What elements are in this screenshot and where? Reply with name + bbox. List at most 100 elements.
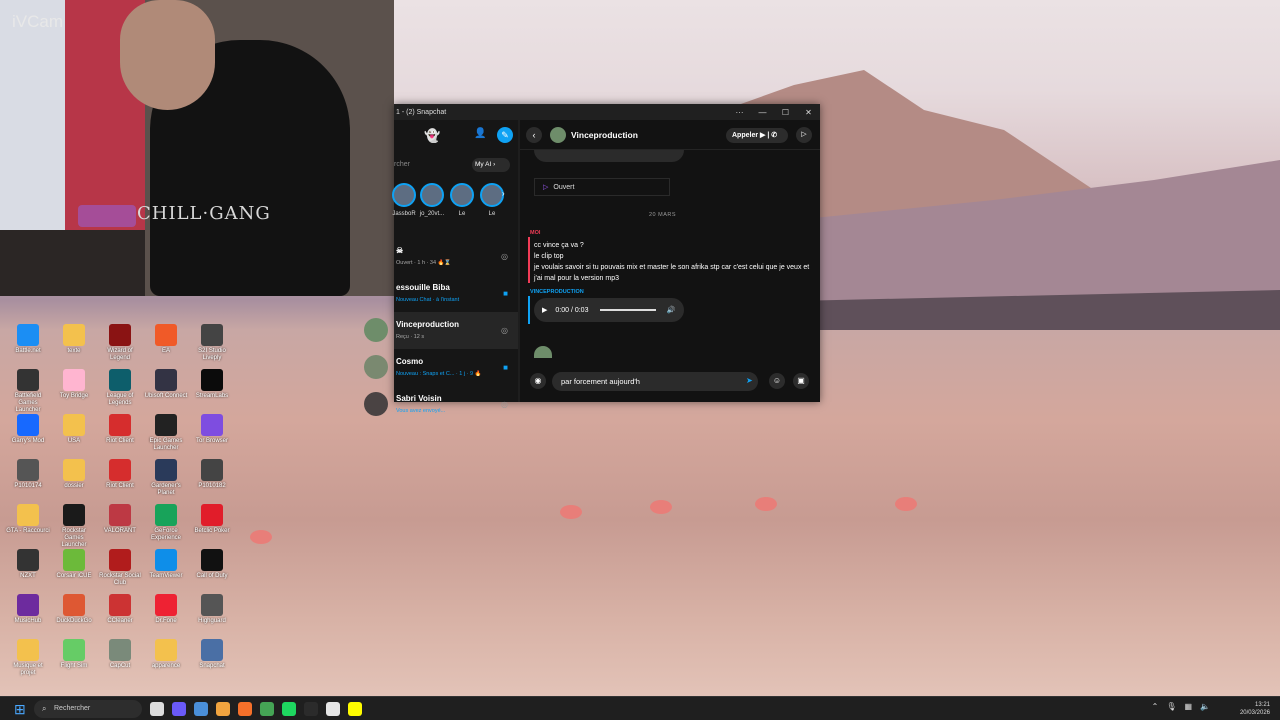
ghost-icon[interactable]: 👻: [424, 128, 440, 144]
desktop-icon[interactable]: Gardener's Planet: [144, 459, 188, 497]
stories-next-icon[interactable]: ›: [502, 189, 505, 198]
desktop-icon[interactable]: Toy Bridge: [52, 369, 96, 400]
desktop-icon[interactable]: Betclic Poker: [190, 504, 234, 535]
desktop-icon[interactable]: Dr.Fone: [144, 594, 188, 625]
spotify-icon[interactable]: [282, 702, 296, 716]
message-input[interactable]: par forcement aujourd'h: [552, 372, 758, 391]
task-view-icon[interactable]: [150, 702, 164, 716]
desktop-icon[interactable]: Rockstar Social Club: [98, 549, 142, 587]
desktop-icon[interactable]: Musique et projet: [6, 639, 50, 677]
desktop-icon[interactable]: Corsair iCUE: [52, 549, 96, 580]
desktop-icon[interactable]: Flight Sim: [52, 639, 96, 670]
desktop-icon[interactable]: Snapchat: [190, 639, 234, 670]
camera-icon[interactable]: ◎: [501, 326, 508, 335]
camera-icon[interactable]: ◎: [501, 252, 508, 261]
desktop-icon[interactable]: VALORANT: [98, 504, 142, 535]
audio-play-icon[interactable]: ▶: [542, 306, 547, 314]
audio-message-partial[interactable]: [534, 150, 684, 162]
desktop-icon[interactable]: Wizard of Legend: [98, 324, 142, 362]
desktop-icon[interactable]: texte: [52, 324, 96, 355]
desktop-icon[interactable]: Tor Browser: [190, 414, 234, 445]
desktop-icon[interactable]: StreamLabs: [190, 369, 234, 400]
firefox-icon[interactable]: [238, 702, 252, 716]
camera-icon[interactable]: ◎: [501, 400, 508, 409]
desktop-icon[interactable]: P1010174: [6, 459, 50, 490]
volume-icon[interactable]: 🔊: [666, 306, 675, 314]
contact-name[interactable]: Vinceproduction: [571, 130, 638, 140]
desktop-icon[interactable]: Riot Client: [98, 459, 142, 490]
unread-snap-icon[interactable]: ■: [503, 363, 508, 372]
my-ai-button[interactable]: My AI ›: [472, 158, 510, 172]
sticker-icon[interactable]: ▣: [793, 373, 809, 389]
chrome-icon[interactable]: [260, 702, 274, 716]
desktop-icon[interactable]: Epic Games Launcher: [144, 414, 188, 452]
desktop-icon[interactable]: P1010182: [190, 459, 234, 490]
story-avatar[interactable]: [450, 183, 474, 207]
microphone-icon[interactable]: 🎙: [1166, 702, 1176, 711]
taskbar-search[interactable]: ⌕ Rechercher: [34, 700, 142, 718]
opened-snap[interactable]: ▷ Ouvert: [534, 178, 670, 196]
camera-button[interactable]: ◉: [530, 373, 546, 389]
file-explorer-icon[interactable]: [216, 702, 230, 716]
maximize-button[interactable]: ☐: [774, 108, 797, 117]
desktop-icon[interactable]: CCleaner: [98, 594, 142, 625]
story-avatar[interactable]: [420, 183, 444, 207]
desktop-icon[interactable]: Highguard: [190, 594, 234, 625]
desktop-icon[interactable]: Garry's Mod: [6, 414, 50, 445]
app-icon[interactable]: [304, 702, 318, 716]
settings-icon[interactable]: [194, 702, 208, 716]
desktop-icon[interactable]: League of Legends: [98, 369, 142, 407]
audio-track[interactable]: [600, 309, 657, 311]
chat-row[interactable]: ☠ Ouvert · 1 h · 34 🔥⌛ ◎: [394, 238, 518, 275]
desktop-icon[interactable]: NZXT: [6, 549, 50, 580]
speaker-icon[interactable]: 🔈: [1200, 702, 1210, 711]
story-avatar[interactable]: [392, 183, 416, 207]
app-icon: [63, 324, 85, 346]
desktop-icon[interactable]: USA: [52, 414, 96, 445]
story-avatar[interactable]: [480, 183, 504, 207]
back-icon[interactable]: ‹: [526, 127, 542, 143]
add-friend-icon[interactable]: 👤: [474, 128, 486, 139]
desktop-icon[interactable]: Battlefield Games Launcher: [6, 369, 50, 414]
new-chat-icon[interactable]: ✎: [497, 127, 513, 143]
window-titlebar[interactable]: 1 - (2) Snapchat ··· — ☐ ✕: [394, 104, 820, 120]
windows-start-icon[interactable]: ⊞: [14, 702, 28, 716]
minimize-button[interactable]: —: [751, 108, 774, 117]
avatar[interactable]: [550, 127, 566, 143]
chat-row[interactable]: essouille Biba Nouveau Chat · à l'instan…: [394, 275, 518, 312]
chat-row[interactable]: Cosmo Nouveau : Snaps et C... · 1 j · 9 …: [364, 349, 518, 386]
emoji-icon[interactable]: ☺: [769, 373, 785, 389]
close-button[interactable]: ✕: [797, 108, 820, 117]
desktop-icon[interactable]: Battle.net: [6, 324, 50, 355]
system-clock[interactable]: 13:21 20/03/2026: [1240, 701, 1270, 717]
desktop-icon[interactable]: dossier: [52, 459, 96, 490]
discord-icon[interactable]: [172, 702, 186, 716]
search-bar[interactable]: rcher My AI ›: [394, 157, 514, 175]
chevron-up-icon[interactable]: ⌃: [1152, 702, 1159, 711]
desktop-icon[interactable]: Ubisoft Connect: [144, 369, 188, 400]
desktop-icon[interactable]: S2I Studio Liveply: [190, 324, 234, 362]
network-icon[interactable]: ▦: [1184, 702, 1192, 711]
desktop-icon[interactable]: EA: [144, 324, 188, 355]
play-icon[interactable]: ▷: [796, 127, 812, 143]
desktop-icon[interactable]: GeForce Experience: [144, 504, 188, 542]
media-player-icon[interactable]: [326, 702, 340, 716]
chat-row-active[interactable]: Vinceproduction Reçu · 12 s ◎: [364, 312, 518, 349]
desktop-icon[interactable]: MusicHub: [6, 594, 50, 625]
more-options-button[interactable]: ···: [728, 108, 751, 117]
desktop-icon[interactable]: apparence: [144, 639, 188, 670]
desktop-icon[interactable]: Rockstar Games Launcher: [52, 504, 96, 549]
desktop-icon[interactable]: CapCut: [98, 639, 142, 670]
desktop-icon[interactable]: TeamViewer: [144, 549, 188, 580]
desktop-icon[interactable]: Call of Duty: [190, 549, 234, 580]
desktop-icon[interactable]: DuckDuckGo: [52, 594, 96, 625]
send-icon[interactable]: ➤: [746, 376, 753, 385]
unread-chat-icon[interactable]: ■: [503, 289, 508, 298]
desktop-icon[interactable]: Riot Client: [98, 414, 142, 445]
desktop-icon-label: TeamViewer: [149, 573, 183, 579]
chat-row[interactable]: Sabri Voisin Vous avez envoyé... ◎: [364, 386, 518, 423]
call-button[interactable]: Appeler ▶ | ✆: [726, 128, 788, 143]
audio-message[interactable]: ▶ 0:00 / 0:03 🔊: [534, 298, 684, 322]
desktop-icon[interactable]: GTA - Raccourci: [6, 504, 50, 535]
snapchat-taskbar-icon[interactable]: [348, 702, 362, 716]
